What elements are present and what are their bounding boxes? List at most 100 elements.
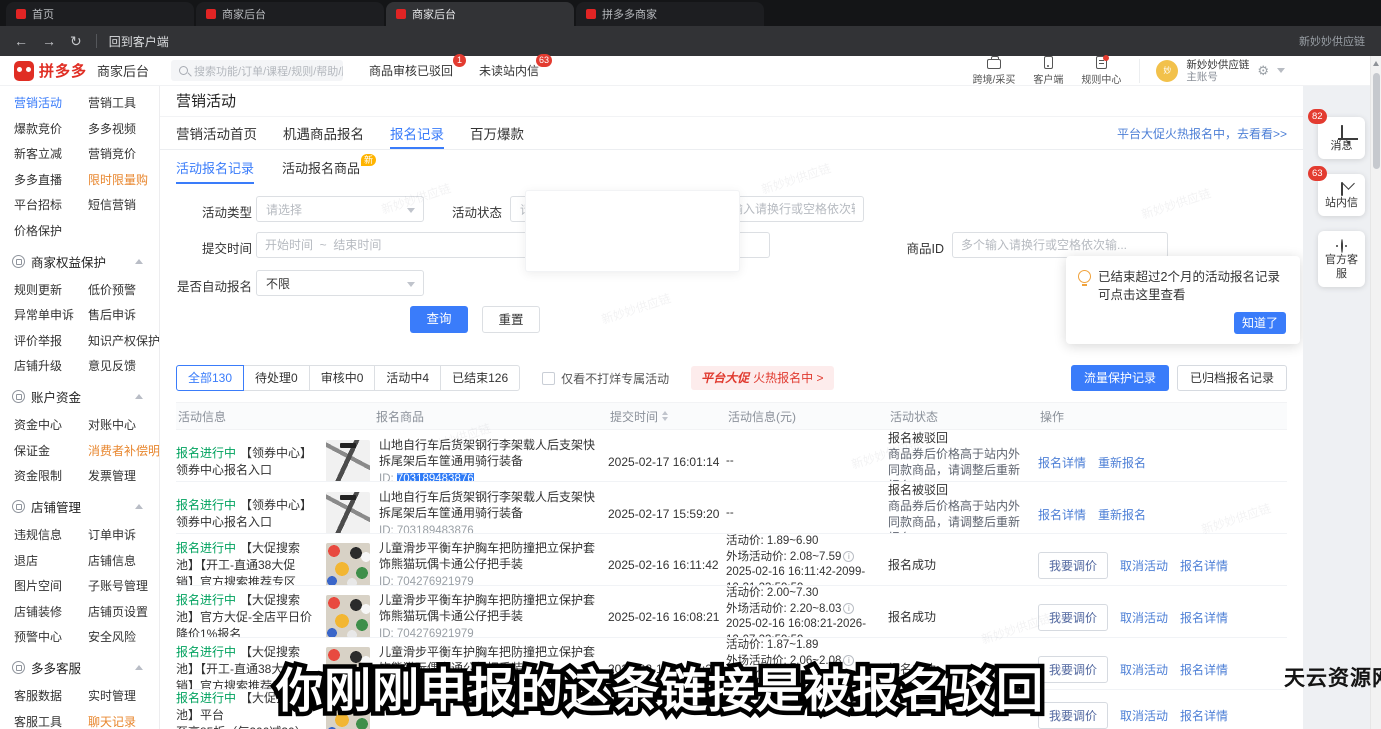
product-id-input[interactable] (952, 232, 1168, 258)
hot-promo-pill[interactable]: 平台大促火热报名中 > (691, 366, 833, 390)
sidebar-item[interactable]: 店铺装修 (14, 603, 88, 620)
unread-mail-link[interactable]: 未读站内信 63 (479, 62, 539, 79)
browser-tab[interactable]: 拼多多商家 (576, 2, 764, 26)
promo-link[interactable]: 平台大促火热报名中，去看看>> (1117, 125, 1287, 142)
sidebar-item[interactable]: 低价预警 (88, 281, 160, 298)
operation-link[interactable]: 取消活动 (1120, 557, 1168, 574)
sidebar-item[interactable]: 限时限量购 (88, 171, 159, 188)
float-service-button[interactable]: 官方客服 (1318, 231, 1365, 287)
product-image[interactable] (326, 595, 370, 638)
sidebar-item[interactable]: 评价举报 (14, 332, 88, 349)
sidebar-item[interactable]: 实时管理 (88, 687, 159, 704)
address-text[interactable]: 回到客户端 (109, 33, 169, 50)
collapse-icon[interactable] (135, 665, 143, 670)
operation-link[interactable]: 报名详情 (1180, 661, 1228, 678)
sidebar-item[interactable]: 消费者补偿明细 (88, 442, 160, 459)
sidebar-item[interactable]: 资金限制 (14, 467, 88, 484)
float-message-button[interactable]: 82消息 (1318, 117, 1365, 159)
sidebar-item[interactable]: 营销工具 (88, 94, 159, 111)
audit-rejected-link[interactable]: 商品审核已驳回 1 (369, 62, 453, 79)
collapse-icon[interactable] (135, 394, 143, 399)
column-header[interactable]: 提交时间 (608, 408, 726, 425)
archived-records-button[interactable]: 已归档报名记录 (1177, 365, 1287, 391)
sidebar-item[interactable]: 多多视频 (88, 120, 159, 137)
scroll-up-icon[interactable] (1373, 61, 1379, 66)
sidebar-item[interactable]: 异常单申诉 (14, 306, 88, 323)
browser-tab[interactable]: 首页 (6, 2, 194, 26)
sidebar-item[interactable]: 爆款竞价 (14, 120, 88, 137)
sidebar-section-header[interactable]: 账户资金 (12, 387, 159, 406)
info-icon[interactable]: i (843, 603, 854, 614)
client-app-button[interactable]: 客户端 (1033, 56, 1063, 86)
info-icon[interactable]: i (843, 655, 854, 666)
sidebar-item[interactable]: 保证金 (14, 442, 88, 459)
sidebar-item[interactable]: 短信营销 (88, 196, 159, 213)
operation-link[interactable]: 重新报名 (1098, 454, 1146, 471)
only-exclusive-checkbox[interactable] (542, 372, 555, 385)
main-tab[interactable]: 机遇商品报名 (283, 117, 364, 149)
product-image[interactable] (326, 440, 370, 482)
gear-icon[interactable]: ⚙ (1257, 63, 1269, 79)
sidebar-item[interactable]: 退店 (14, 552, 88, 569)
sidebar-item[interactable]: 价格保护 (14, 222, 88, 239)
query-button[interactable]: 查询 (410, 306, 468, 333)
float-inbox-button[interactable]: 63站内信 (1318, 174, 1365, 216)
cross-border-button[interactable]: 跨境/采买 (973, 56, 1016, 86)
sidebar-item[interactable]: 客服工具 (14, 713, 88, 729)
operation-link[interactable]: 取消活动 (1120, 707, 1168, 724)
chevron-down-icon[interactable] (1277, 68, 1285, 73)
collapse-icon[interactable] (135, 504, 143, 509)
sort-icon[interactable] (662, 411, 668, 421)
sidebar-item[interactable]: 发票管理 (88, 467, 160, 484)
sidebar-section-header[interactable]: 商家权益保护 (12, 252, 159, 271)
sidebar-item[interactable]: 预警中心 (14, 628, 88, 645)
sidebar-item[interactable]: 子账号管理 (88, 577, 159, 594)
sidebar-item[interactable]: 平台招标 (14, 196, 88, 213)
filter-chip[interactable]: 全部130 (176, 365, 244, 391)
tab-activity-records[interactable]: 活动报名记录 (176, 150, 254, 184)
product-image[interactable] (326, 694, 370, 729)
product-image[interactable] (326, 543, 370, 586)
filter-chip[interactable]: 活动中4 (374, 365, 441, 391)
sidebar-item[interactable]: 违规信息 (14, 526, 88, 543)
operation-link[interactable]: 取消活动 (1120, 661, 1168, 678)
sidebar-item[interactable]: 营销活动 (14, 94, 88, 111)
sidebar-item[interactable]: 新客立减 (14, 145, 88, 162)
operation-link[interactable]: 报名详情 (1038, 454, 1086, 471)
main-tab[interactable]: 营销活动首页 (176, 117, 257, 149)
browser-tab[interactable]: 商家后台 (196, 2, 384, 26)
global-search-input[interactable]: 搜索功能/订单/课程/规则/帮助/服务 (171, 60, 343, 81)
sidebar-item[interactable]: 多多直播 (14, 171, 88, 188)
collapse-icon[interactable] (135, 259, 143, 264)
sidebar-item[interactable]: 图片空间 (14, 577, 88, 594)
browser-tab[interactable]: 商家后台 (386, 2, 574, 26)
sidebar-item[interactable] (88, 222, 159, 239)
filter-chip[interactable]: 待处理0 (243, 365, 310, 391)
filter-chip[interactable]: 已结束126 (440, 365, 520, 391)
sidebar-item[interactable]: 售后申诉 (88, 306, 160, 323)
sidebar-item[interactable]: 资金中心 (14, 416, 88, 433)
sidebar-item[interactable]: 规则更新 (14, 281, 88, 298)
scrollbar[interactable] (1370, 56, 1381, 729)
reset-button[interactable]: 重置 (482, 306, 540, 333)
tab-activity-goods[interactable]: 活动报名商品 新 (282, 150, 360, 184)
adjust-price-button[interactable]: 我要调价 (1038, 702, 1108, 729)
sidebar-item[interactable]: 店铺页设置 (88, 603, 159, 620)
operation-link[interactable]: 报名详情 (1038, 506, 1086, 523)
got-it-button[interactable]: 知道了 (1234, 312, 1286, 334)
forward-icon[interactable]: → (42, 33, 56, 49)
adjust-price-button[interactable]: 我要调价 (1038, 656, 1108, 683)
sidebar-item[interactable]: 对账中心 (88, 416, 160, 433)
sidebar-item[interactable]: 安全风险 (88, 628, 159, 645)
main-tab[interactable]: 百万爆款 (470, 117, 524, 149)
operation-link[interactable]: 报名详情 (1180, 609, 1228, 626)
account-menu[interactable]: 妙 新妙妙供应链 主账号 ⚙ (1139, 59, 1285, 83)
info-icon[interactable]: i (843, 551, 854, 562)
operation-link[interactable]: 报名详情 (1180, 707, 1228, 724)
operation-link[interactable]: 报名详情 (1180, 557, 1228, 574)
sidebar-item[interactable]: 营销竞价 (88, 145, 159, 162)
filter-chip[interactable]: 审核中0 (309, 365, 376, 391)
sidebar-section-header[interactable]: 多多客服 (12, 658, 159, 677)
main-tab[interactable]: 报名记录 (390, 117, 444, 149)
activity-type-select[interactable]: 请选择 (256, 196, 424, 222)
